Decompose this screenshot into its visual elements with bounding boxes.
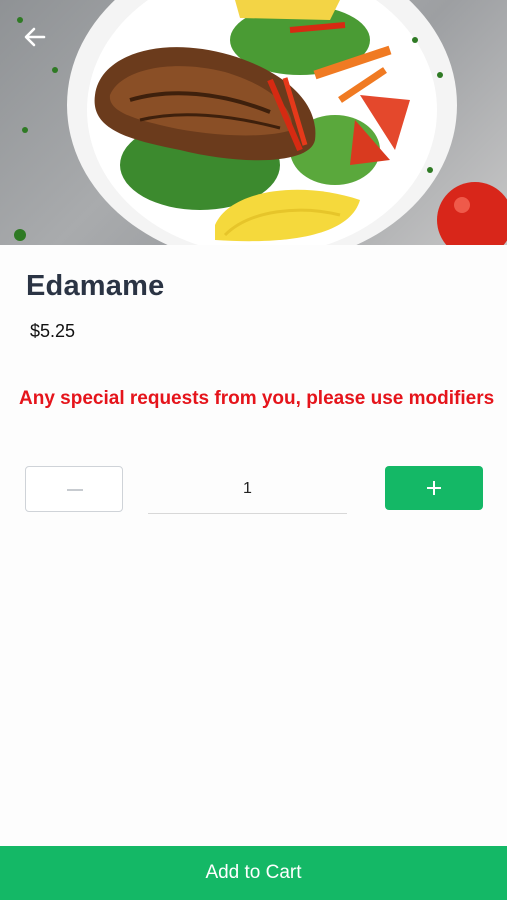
minus-icon	[67, 489, 83, 491]
salad-illustration	[14, 0, 507, 245]
back-button[interactable]	[18, 20, 52, 54]
product-price: $5.25	[30, 321, 76, 341]
arrow-left-icon	[24, 27, 46, 47]
decrement-quantity-button[interactable]	[25, 466, 123, 512]
add-to-cart-button[interactable]: Add to Cart	[0, 846, 507, 900]
increment-quantity-button[interactable]	[385, 466, 483, 510]
product-image	[0, 0, 507, 245]
plus-icon-vertical	[433, 481, 435, 495]
quantity-field[interactable]: 1	[148, 466, 347, 514]
special-requests-notice: Any special requests from you, please us…	[19, 388, 495, 409]
product-title: Edamame	[26, 270, 165, 302]
